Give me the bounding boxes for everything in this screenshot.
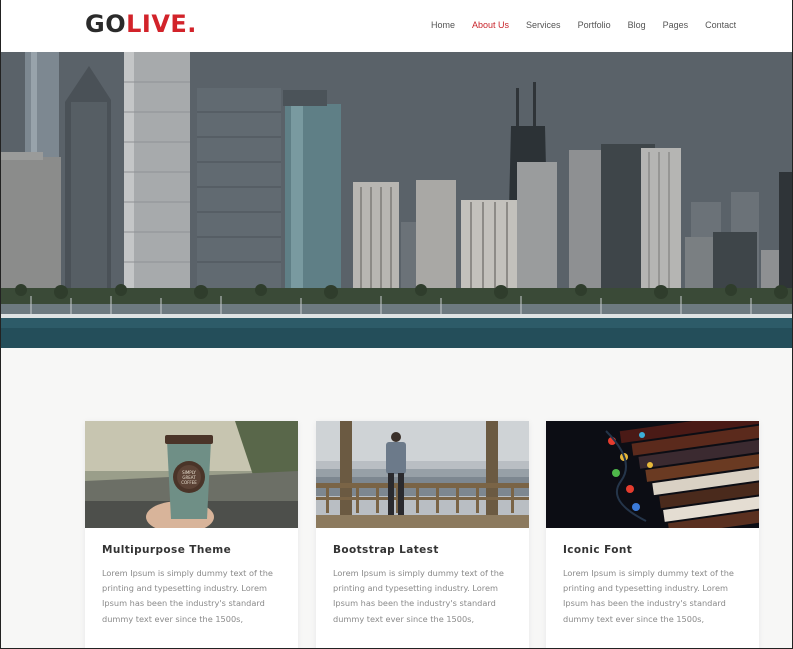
site-logo[interactable]: GOLIVE. [85, 10, 197, 38]
city-skyline-image [1, 52, 792, 348]
card-title: Multipurpose Theme [102, 544, 232, 556]
svg-text:COFFEE: COFFEE [181, 480, 197, 485]
page: GOLIVE. Home About Us Services Portfolio… [0, 0, 793, 649]
hero-image [1, 52, 792, 348]
card-title: Iconic Font [563, 544, 633, 556]
logo-text-live: LIVE. [126, 10, 197, 38]
logo-text-go: GO [85, 10, 127, 38]
nav-portfolio[interactable]: Portfolio [578, 19, 611, 31]
nav-contact[interactable]: Contact [705, 19, 736, 31]
feature-card: Iconic Font Lorem Ipsum is simply dummy … [546, 421, 759, 648]
card-description: Lorem Ipsum is simply dummy text of the … [102, 568, 273, 624]
nav-blog[interactable]: Blog [628, 19, 646, 31]
card-image-pier [316, 421, 529, 528]
site-header: GOLIVE. Home About Us Services Portfolio… [1, 0, 792, 52]
card-image-books [546, 421, 759, 528]
nav-about-us[interactable]: About Us [472, 19, 509, 31]
feature-card: Bootstrap Latest Lorem Ipsum is simply d… [316, 421, 529, 648]
main-nav: Home About Us Services Portfolio Blog Pa… [431, 19, 753, 31]
card-description: Lorem Ipsum is simply dummy text of the … [563, 568, 734, 624]
feature-card: SIMPLY GREAT COFFEE Multipurpose Theme L… [85, 421, 298, 648]
card-description: Lorem Ipsum is simply dummy text of the … [333, 568, 504, 624]
card-title: Bootstrap Latest [333, 544, 439, 556]
nav-services[interactable]: Services [526, 19, 561, 31]
card-image-coffee: SIMPLY GREAT COFFEE [85, 421, 298, 528]
nav-home[interactable]: Home [431, 19, 455, 31]
nav-pages[interactable]: Pages [663, 19, 689, 31]
